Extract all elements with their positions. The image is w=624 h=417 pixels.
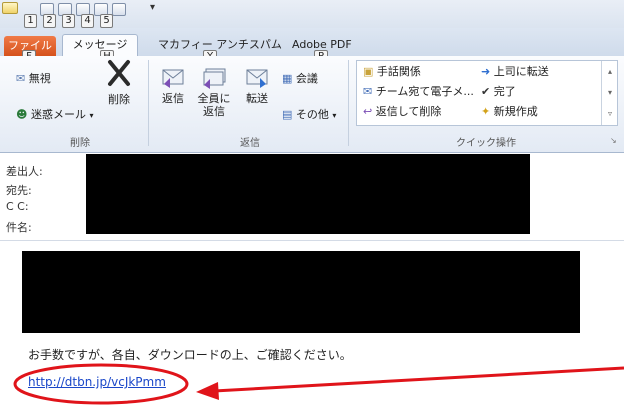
annotation-arrow-line bbox=[213, 366, 624, 393]
annotation-ellipse bbox=[13, 363, 189, 405]
annotation-arrow-head bbox=[196, 382, 219, 400]
annotation-overlay bbox=[13, 363, 624, 405]
